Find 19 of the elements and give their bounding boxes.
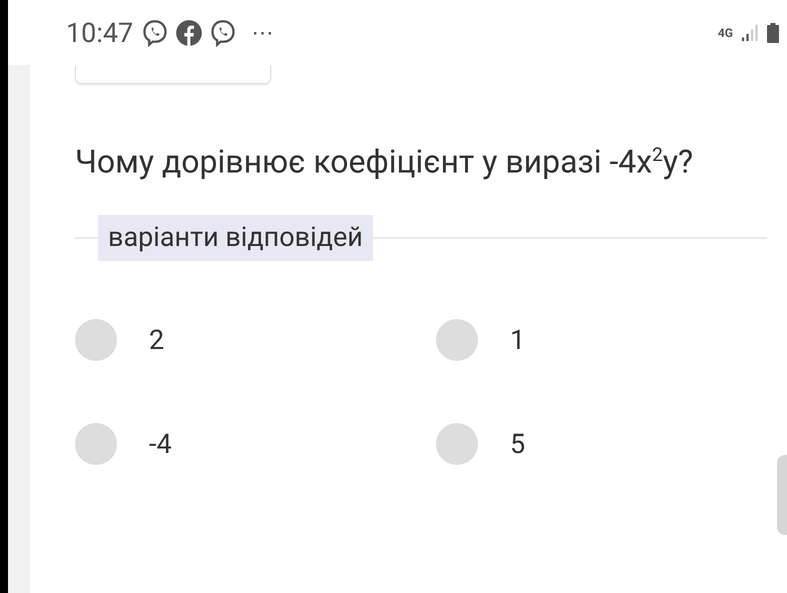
option-label[interactable]: -4 [149,428,172,460]
radio-button[interactable] [436,318,478,361]
more-notifications: ⋯ [251,20,274,46]
battery-icon [767,22,779,42]
signal-icon [741,24,759,42]
radio-button[interactable] [75,318,117,361]
section-label: варіанти відповідей [98,214,373,261]
option-label[interactable]: 1 [510,324,526,356]
phone-chat-icon [209,18,238,46]
option-label[interactable]: 2 [149,324,164,356]
radio-button[interactable] [436,422,478,465]
facebook-icon [175,18,204,46]
network-type: 4G [718,26,733,40]
radio-button[interactable] [75,422,117,465]
clock-time: 10:47 [66,16,134,48]
question-text: Чому дорівнює коефіцієнт у виразі -4x$^{2}$y? [75,142,694,183]
option-label[interactable]: 5 [510,428,526,460]
side-tab[interactable] [777,455,787,535]
phone-chat-icon [141,18,170,46]
